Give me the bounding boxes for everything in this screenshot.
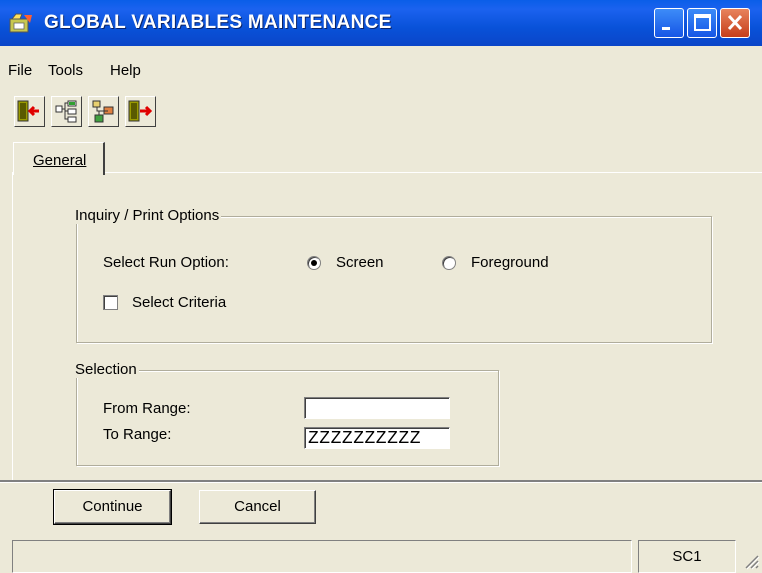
network-button[interactable] — [88, 96, 119, 127]
status-bar: SC1 — [0, 540, 762, 573]
from-range-input[interactable] — [304, 397, 450, 419]
minimize-button[interactable] — [654, 8, 684, 38]
select-criteria-checkbox[interactable] — [103, 295, 118, 310]
menu-help[interactable]: Help — [110, 62, 141, 79]
menu-tools[interactable]: Tools — [48, 62, 83, 79]
to-range-input[interactable]: ZZZZZZZZZZ — [304, 427, 450, 449]
continue-button[interactable]: Continue — [53, 489, 172, 525]
button-divider — [0, 480, 762, 483]
exit-door-icon — [17, 100, 39, 122]
select-criteria-label[interactable]: Select Criteria — [132, 294, 226, 311]
tab-general[interactable]: General — [13, 142, 105, 175]
close-icon — [727, 14, 743, 31]
maximize-button[interactable] — [687, 8, 717, 38]
title-bar[interactable]: GLOBAL VARIABLES MAINTENANCE — [0, 0, 762, 46]
from-range-label: From Range: — [103, 400, 191, 417]
cancel-button[interactable]: Cancel — [199, 490, 316, 524]
menu-file[interactable]: File — [8, 62, 32, 79]
exit-button[interactable] — [14, 96, 45, 127]
app-icon — [9, 13, 32, 33]
radio-foreground-label[interactable]: Foreground — [471, 254, 549, 271]
radio-screen-label[interactable]: Screen — [336, 254, 384, 271]
inquiry-group-title: Inquiry / Print Options — [73, 207, 222, 224]
tree-button[interactable] — [51, 96, 82, 127]
window-title: GLOBAL VARIABLES MAINTENANCE — [44, 12, 392, 33]
toolbar — [0, 94, 762, 134]
run-option-label: Select Run Option: — [103, 254, 229, 271]
radio-foreground[interactable] — [442, 256, 456, 270]
maximize-icon — [694, 14, 711, 31]
tab-general-label: General — [33, 152, 87, 169]
menu-bar: File Tools Help — [0, 46, 762, 94]
selection-group-title: Selection — [73, 361, 139, 378]
minimize-icon — [662, 27, 670, 30]
close-button[interactable] — [720, 8, 750, 38]
status-pane-message — [12, 540, 632, 573]
tree-icon — [55, 100, 77, 123]
status-pane-code: SC1 — [638, 540, 736, 573]
network-icon — [92, 100, 114, 123]
radio-screen[interactable] — [307, 256, 321, 270]
enter-door-icon — [128, 100, 153, 122]
resize-grip-icon[interactable] — [742, 552, 760, 570]
enter-button[interactable] — [125, 96, 156, 127]
to-range-label: To Range: — [103, 426, 172, 443]
inquiry-print-options-group: Inquiry / Print Options — [73, 207, 712, 343]
